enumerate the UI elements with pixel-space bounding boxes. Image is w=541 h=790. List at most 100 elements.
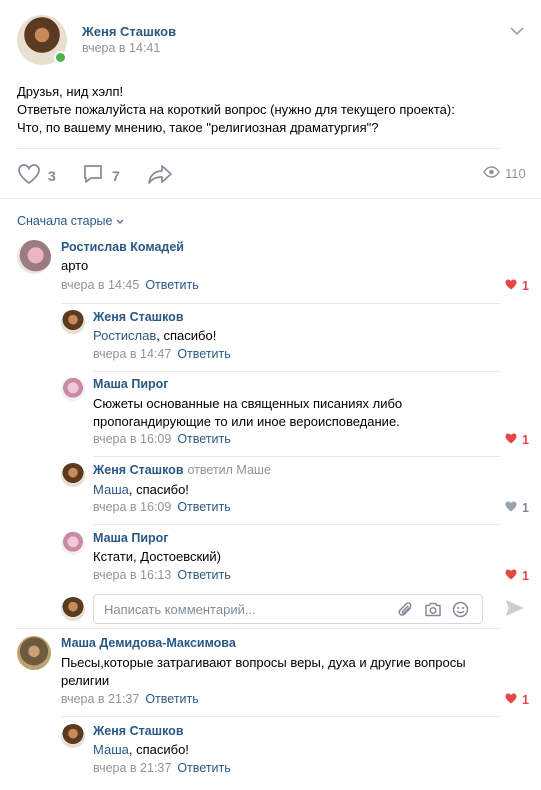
share-icon xyxy=(147,163,173,188)
comment-time[interactable]: вчера в 16:09 xyxy=(93,500,171,514)
reply-button[interactable]: Ответить xyxy=(177,568,230,582)
comment-text: Маша, спасибо! xyxy=(93,741,189,759)
mention-link[interactable]: Маша xyxy=(93,741,129,759)
sort-label: Сначала старые xyxy=(17,213,113,228)
comment-text-body: , спасибо! xyxy=(128,482,189,497)
comment-count: 7 xyxy=(112,167,120,184)
comment-text-line-1: Пьесы,которые затрагивают вопросы веры, … xyxy=(61,655,466,670)
comment-meta: вчера в 14:45 Ответить xyxy=(61,278,199,292)
comment-input[interactable]: Написать комментарий... xyxy=(93,594,483,624)
comment-like[interactable]: 1 xyxy=(505,569,529,583)
mention-link[interactable]: Маша xyxy=(93,481,129,499)
comment-text-body: , спасибо! xyxy=(156,328,217,343)
views: 110 xyxy=(483,166,526,181)
heart-filled-icon xyxy=(505,569,522,583)
comment-text-line-2: религии xyxy=(61,673,110,688)
comment-author[interactable]: Женя Сташков xyxy=(93,724,184,738)
divider xyxy=(17,148,500,149)
post-text-line-2: Ответьте пожалуйста на короткий вопрос (… xyxy=(17,102,455,117)
attach-icon[interactable] xyxy=(398,601,414,621)
comment-meta: вчера в 21:37 Ответить xyxy=(93,761,231,775)
comment-time[interactable]: вчера в 21:37 xyxy=(61,692,139,706)
comment-meta: вчера в 21:37 Ответить xyxy=(61,692,199,706)
comment-icon xyxy=(82,163,104,188)
comment-author[interactable]: Маша Пирог xyxy=(93,531,169,545)
divider xyxy=(61,303,500,304)
online-indicator xyxy=(54,51,67,64)
comment-text-line-1: Сюжеты основанные на священных писаниях … xyxy=(93,396,403,411)
reply-button[interactable]: Ответить xyxy=(177,347,230,361)
camera-icon[interactable] xyxy=(424,602,442,620)
avatar[interactable] xyxy=(17,636,51,670)
reply-button[interactable]: Ответить xyxy=(145,278,198,292)
comment-header: Женя Сташков ответил Маше xyxy=(93,463,271,477)
avatar[interactable] xyxy=(17,240,51,274)
avatar[interactable] xyxy=(61,724,85,748)
comment-input-placeholder: Написать комментарий... xyxy=(104,602,256,617)
comment-author[interactable]: Женя Сташков xyxy=(93,310,184,324)
comment-like-count: 1 xyxy=(522,501,529,515)
comment-text-body: , спасибо! xyxy=(128,742,189,757)
replied-to[interactable]: ответил Маше xyxy=(188,463,271,477)
eye-icon xyxy=(483,166,500,181)
avatar[interactable] xyxy=(61,463,85,487)
post-time[interactable]: вчера в 14:41 xyxy=(82,41,160,55)
divider xyxy=(93,371,500,372)
comment-author[interactable]: Женя Сташков xyxy=(93,463,184,477)
sort-dropdown[interactable]: Сначала старые xyxy=(17,213,124,228)
comment-text: Ростислав, спасибо! xyxy=(93,327,216,345)
divider xyxy=(61,716,500,717)
comment-like-count: 1 xyxy=(522,279,529,293)
like-count: 3 xyxy=(48,167,56,184)
comment-time[interactable]: вчера в 16:13 xyxy=(93,568,171,582)
post-author-name[interactable]: Женя Сташков xyxy=(82,24,176,39)
comment-text: Кстати, Достоевский) xyxy=(93,549,222,564)
heart-icon xyxy=(17,163,41,188)
view-count: 110 xyxy=(505,166,526,181)
comment-like-count: 1 xyxy=(522,693,529,707)
reply-button[interactable]: Ответить xyxy=(177,432,230,446)
mention-link[interactable]: Ростислав xyxy=(93,327,156,345)
avatar[interactable] xyxy=(61,377,85,401)
like-button[interactable]: 3 xyxy=(17,163,56,188)
comment-meta: вчера в 14:47 Ответить xyxy=(93,347,231,361)
comment-like[interactable]: 1 xyxy=(505,279,529,293)
comment-author[interactable]: Маша Демидова-Максимова xyxy=(61,636,236,650)
divider xyxy=(93,524,500,525)
comment-meta: вчера в 16:09 Ответить xyxy=(93,500,231,514)
comment-like[interactable]: 1 xyxy=(505,501,529,515)
comment-author[interactable]: Ростислав Комадей xyxy=(61,240,184,254)
comment-text-line-2: пропогандирующие то или иное вероисповед… xyxy=(93,414,400,429)
emoji-icon[interactable] xyxy=(452,601,469,621)
post-text-line-1: Друзья, нид хэлп! xyxy=(17,84,124,99)
avatar xyxy=(61,597,85,621)
comment-button[interactable]: 7 xyxy=(82,163,120,188)
comment-time[interactable]: вчера в 14:45 xyxy=(61,278,139,292)
comment-meta: вчера в 16:09 Ответить xyxy=(93,432,231,446)
reply-button[interactable]: Ответить xyxy=(177,500,230,514)
heart-filled-icon xyxy=(505,433,522,447)
avatar[interactable] xyxy=(61,310,85,334)
comment-time[interactable]: вчера в 14:47 xyxy=(93,347,171,361)
comment-time[interactable]: вчера в 16:09 xyxy=(93,432,171,446)
divider xyxy=(0,198,541,199)
comment-like-count: 1 xyxy=(522,433,529,447)
comment-like[interactable]: 1 xyxy=(505,693,529,707)
share-button[interactable] xyxy=(147,163,173,188)
comment-text: Маша, спасибо! xyxy=(93,481,189,499)
comment-meta: вчера в 16:13 Ответить xyxy=(93,568,231,582)
chevron-down-icon xyxy=(116,213,124,228)
comment-like-count: 1 xyxy=(522,569,529,583)
heart-filled-icon xyxy=(505,693,522,707)
avatar[interactable] xyxy=(61,531,85,555)
reply-button[interactable]: Ответить xyxy=(145,692,198,706)
reply-button[interactable]: Ответить xyxy=(177,761,230,775)
divider xyxy=(93,456,500,457)
chevron-down-icon[interactable] xyxy=(510,24,524,39)
comment-time[interactable]: вчера в 21:37 xyxy=(93,761,171,775)
post-text-line-3: Что, по вашему мнению, такое "религиозна… xyxy=(17,120,379,135)
comment-like[interactable]: 1 xyxy=(505,433,529,447)
comment-author[interactable]: Маша Пирог xyxy=(93,377,169,391)
divider xyxy=(17,628,500,629)
send-icon[interactable] xyxy=(505,599,525,620)
